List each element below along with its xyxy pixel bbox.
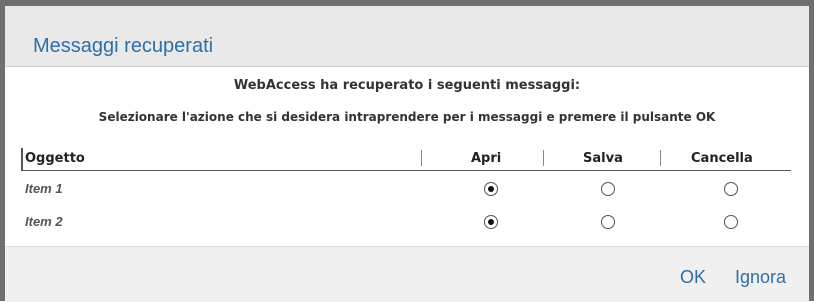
dialog-instructions: Selezionare l'azione che si desidera int… xyxy=(98,110,716,124)
row-label: Item 2 xyxy=(25,214,63,229)
column-header-salva: Salva xyxy=(583,151,623,166)
radio-salva-item-2[interactable] xyxy=(601,215,615,229)
column-header-apri: Apri xyxy=(471,151,502,166)
ignore-button[interactable]: Ignora xyxy=(735,267,786,288)
recovered-messages-dialog: Messaggi recuperati WebAccess ha recuper… xyxy=(0,0,814,302)
ok-button[interactable]: OK xyxy=(680,267,706,288)
row-label: Item 1 xyxy=(25,181,63,196)
radio-cancella-item-1[interactable] xyxy=(724,182,738,196)
dialog-titlebar: Messaggi recuperati xyxy=(5,6,809,67)
dialog-footer: OK Ignora xyxy=(5,246,809,302)
radio-salva-item-1[interactable] xyxy=(601,182,615,196)
dialog-title: Messaggi recuperati xyxy=(33,35,214,57)
radio-apri-item-2[interactable] xyxy=(484,215,498,229)
column-separator xyxy=(543,150,544,166)
column-header-cancella: Cancella xyxy=(691,151,753,166)
column-separator xyxy=(660,150,661,166)
table-header: Oggetto Apri Salva Cancella xyxy=(21,148,791,171)
dialog-heading: WebAccess ha recuperato i seguenti messa… xyxy=(233,78,581,93)
column-header-oggetto: Oggetto xyxy=(25,151,85,166)
column-separator xyxy=(421,150,422,166)
radio-cancella-item-2[interactable] xyxy=(724,215,738,229)
messages-table: Oggetto Apri Salva Cancella Item 1 Item … xyxy=(21,148,791,229)
table-row: Item 1 xyxy=(21,179,791,201)
radio-apri-item-1[interactable] xyxy=(484,182,498,196)
table-row: Item 2 xyxy=(21,212,791,234)
